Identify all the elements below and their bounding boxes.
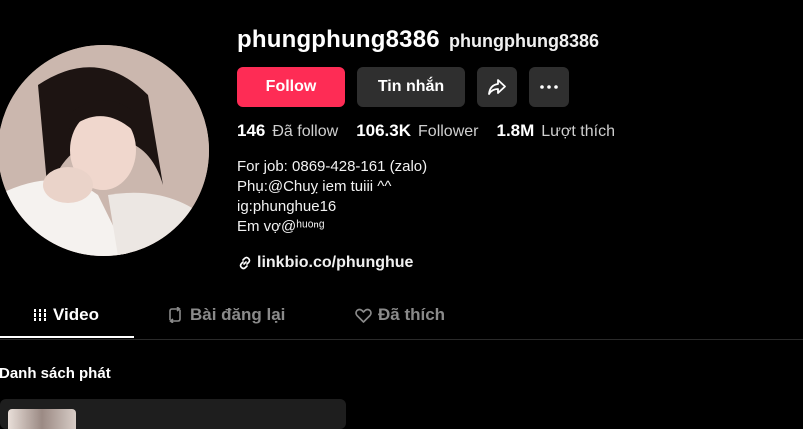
stat-followers-value: 106.3K: [356, 121, 412, 140]
more-options-button[interactable]: [529, 67, 569, 107]
tab-active-indicator: [0, 336, 134, 338]
playlist-card[interactable]: [0, 399, 346, 429]
bio-link[interactable]: linkbio.co/phunghue: [238, 254, 413, 272]
link-icon: [239, 256, 251, 270]
bio-line: Em vợ@ʰᵘᵒⁿᵍ: [237, 218, 325, 235]
profile-bio: For job: 0869-428-161 (zalo) Phụ:@Chuỵ i…: [237, 157, 427, 237]
heart-lock-icon: [355, 308, 372, 323]
bio-line: Phụ:@Chuỵ iem tuiii ^^: [237, 178, 392, 195]
stat-following[interactable]: 146 Đã follow: [237, 121, 338, 141]
playlist-thumbnail: [8, 409, 76, 429]
share-icon: [488, 79, 506, 95]
stat-likes: 1.8M Lượt thích: [496, 121, 614, 141]
avatar-image: [0, 45, 209, 256]
tab-liked-label: Đã thích: [378, 305, 446, 324]
playlists-title: Danh sách phát: [0, 365, 111, 382]
stat-likes-value: 1.8M: [496, 121, 535, 140]
bio-link-text: linkbio.co/phunghue: [257, 254, 414, 271]
more-dots-icon: [540, 85, 558, 89]
follow-button[interactable]: Follow: [237, 67, 345, 107]
tab-video-label: Video: [53, 305, 99, 324]
bio-line: ig:phunghue16: [237, 198, 337, 215]
message-button[interactable]: Tin nhắn: [357, 67, 465, 107]
profile-stats: 146 Đã follow 106.3K Follower 1.8M Lượt …: [237, 121, 633, 141]
share-button[interactable]: [477, 67, 517, 107]
tab-liked[interactable]: Đã thích: [355, 305, 445, 325]
stat-followers[interactable]: 106.3K Follower: [356, 121, 478, 141]
stat-following-label: Đã follow: [272, 123, 339, 140]
stat-following-value: 146: [237, 121, 266, 140]
profile-username: phungphung8386: [237, 26, 440, 53]
tab-video[interactable]: Video: [33, 305, 99, 325]
tab-repost[interactable]: Bài đăng lại: [166, 305, 285, 325]
tab-repost-label: Bài đăng lại: [190, 305, 286, 324]
stat-likes-label: Lượt thích: [541, 123, 615, 140]
profile-tabs: Video Bài đăng lại Đã thích: [0, 298, 803, 340]
grid-icon: [33, 309, 47, 321]
profile-avatar[interactable]: [0, 45, 209, 256]
profile-nickname: phungphung8386: [449, 31, 599, 51]
bio-line: For job: 0869-428-161 (zalo): [237, 158, 428, 175]
stat-followers-label: Follower: [418, 123, 479, 140]
repost-icon: [169, 307, 181, 323]
